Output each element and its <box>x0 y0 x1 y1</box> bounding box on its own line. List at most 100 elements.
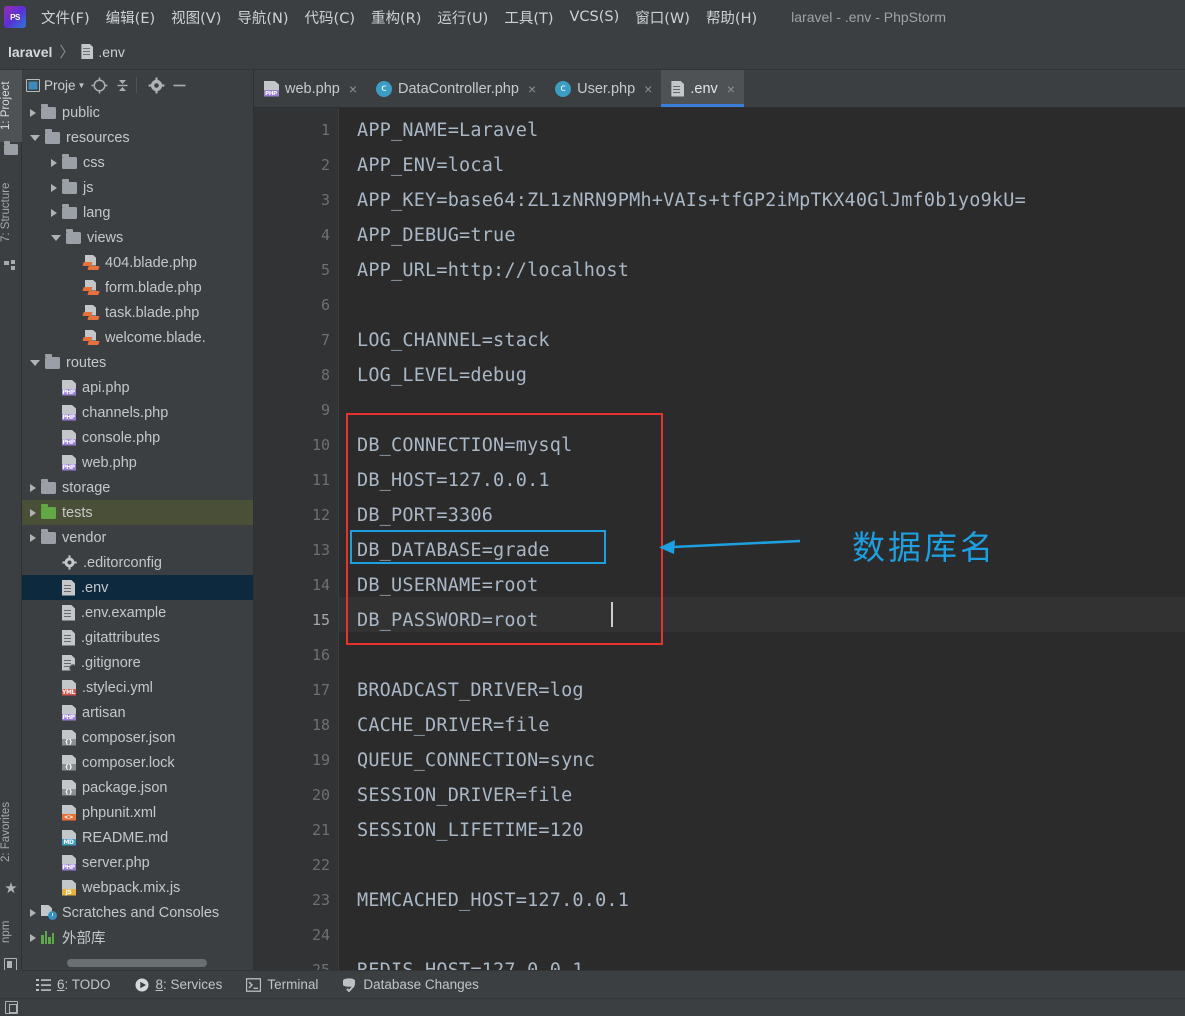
chevron-right-icon[interactable] <box>30 908 36 917</box>
locate-target-icon[interactable] <box>91 77 108 94</box>
scrollbar-thumb[interactable] <box>67 959 207 967</box>
tree-item-api-php[interactable]: PHP api.php <box>22 375 253 400</box>
menu-code[interactable]: 代码(C) <box>297 4 363 31</box>
tree-item-storage[interactable]: storage <box>22 475 253 500</box>
tree-item-server-php[interactable]: PHP server.php <box>22 850 253 875</box>
code-line[interactable]: DB_CONNECTION=mysql <box>357 428 572 463</box>
tree-item-public[interactable]: public <box>22 100 253 125</box>
code-line[interactable]: BROADCAST_DRIVER=log <box>357 673 584 708</box>
tree-item-console-php[interactable]: PHP console.php <box>22 425 253 450</box>
chevron-down-icon[interactable]: ▼ <box>78 81 86 90</box>
tree-item-web-php[interactable]: PHP web.php <box>22 450 253 475</box>
menu-run[interactable]: 运行(U) <box>429 4 496 31</box>
tree-horizontal-scrollbar[interactable] <box>22 956 253 970</box>
editor-code-area[interactable]: APP_NAME=Laravel APP_ENV=local APP_KEY=bas… <box>339 108 1185 970</box>
bottom-item-todo[interactable]: 6: TODO <box>36 977 111 992</box>
event-log-icon[interactable] <box>5 1001 18 1014</box>
code-line[interactable]: SESSION_DRIVER=file <box>357 778 572 813</box>
code-line[interactable]: DB_PASSWORD=root <box>357 603 538 638</box>
tree-item-phpunit-xml[interactable]: <> phpunit.xml <box>22 800 253 825</box>
close-icon[interactable]: × <box>349 81 357 97</box>
code-line[interactable]: QUEUE_CONNECTION=sync <box>357 743 595 778</box>
bottom-item-terminal[interactable]: Terminal <box>246 977 318 992</box>
code-line[interactable]: DB_USERNAME=root <box>357 568 538 603</box>
chevron-right-icon[interactable] <box>30 533 36 542</box>
tab-web-php[interactable]: PHP web.php × <box>254 70 366 107</box>
menu-tools[interactable]: 工具(T) <box>496 4 561 31</box>
tree-item-webpack-mix-js[interactable]: JS webpack.mix.js <box>22 875 253 900</box>
settings-gear-icon[interactable] <box>148 77 165 94</box>
code-line[interactable]: APP_KEY=base64:ZL1zNRN9PMh+VAIs+tfGP2iMp… <box>357 183 1026 218</box>
code-editor[interactable]: 1 2 3 4 5 6 7 8 9 10 11 12 13 14 15 16 17 18 19 20 21 22 23 24 2… <box>254 108 1185 970</box>
chevron-right-icon[interactable] <box>51 183 57 192</box>
chevron-down-icon[interactable] <box>51 234 61 241</box>
tree-item-vendor[interactable]: vendor <box>22 525 253 550</box>
code-line[interactable]: APP_URL=http://localhost <box>357 253 629 288</box>
bottom-item-database-changes[interactable]: Database Changes <box>342 977 479 992</box>
tree-item-editorconfig[interactable]: .editorconfig <box>22 550 253 575</box>
tree-item-404-blade-php[interactable]: 404.blade.php <box>22 250 253 275</box>
code-line[interactable]: APP_NAME=Laravel <box>357 113 538 148</box>
tree-item-gitignore[interactable]: .gitignore <box>22 650 253 675</box>
tree-item-lang[interactable]: lang <box>22 200 253 225</box>
tree-item-scratches-and-consoles[interactable]: Scratches and Consoles <box>22 900 253 925</box>
breadcrumb-project[interactable]: laravel <box>8 44 52 60</box>
sidebar-item-npm[interactable]: npm <box>0 910 22 954</box>
menu-navigate[interactable]: 导航(N) <box>229 4 296 31</box>
tree-item-env[interactable]: .env <box>22 575 253 600</box>
tab-datacontroller-php[interactable]: c DataController.php × <box>366 70 545 107</box>
tab-env[interactable]: .env × <box>661 70 744 107</box>
tree-item-composer-json[interactable]: {} composer.json <box>22 725 253 750</box>
code-line[interactable]: LOG_LEVEL=debug <box>357 358 527 393</box>
tree-item-composer-lock[interactable]: {} composer.lock <box>22 750 253 775</box>
tree-item-views[interactable]: views <box>22 225 253 250</box>
code-line[interactable]: DB_DATABASE=grade <box>357 533 550 568</box>
chevron-right-icon[interactable] <box>30 483 36 492</box>
code-line[interactable]: APP_ENV=local <box>357 148 504 183</box>
tree-item-env-example[interactable]: .env.example <box>22 600 253 625</box>
code-line[interactable]: REDIS_HOST=127.0.0.1 <box>357 953 584 970</box>
tree-item-artisan[interactable]: PHP artisan <box>22 700 253 725</box>
hide-panel-icon[interactable] <box>171 77 188 94</box>
sidebar-item-structure[interactable]: 7: Structure <box>0 168 22 256</box>
close-icon[interactable]: × <box>644 81 652 97</box>
project-file-tree[interactable]: public resources css js lang views 404.blade.p… <box>22 100 253 956</box>
close-icon[interactable]: × <box>528 81 536 97</box>
code-line[interactable]: DB_PORT=3306 <box>357 498 493 533</box>
chevron-down-icon[interactable] <box>30 134 40 141</box>
tree-item-welcome-blade[interactable]: welcome.blade. <box>22 325 253 350</box>
menu-help[interactable]: 帮助(H) <box>698 4 765 31</box>
tree-item-css[interactable]: css <box>22 150 253 175</box>
breadcrumb-file[interactable]: .env <box>98 44 124 60</box>
tree-item-package-json[interactable]: {} package.json <box>22 775 253 800</box>
tree-item-task-blade-php[interactable]: task.blade.php <box>22 300 253 325</box>
menu-vcs[interactable]: VCS(S) <box>562 6 628 28</box>
menu-window[interactable]: 窗口(W) <box>627 4 698 31</box>
collapse-all-icon[interactable] <box>114 77 131 94</box>
tree-item-styleci-yml[interactable]: YML .styleci.yml <box>22 675 253 700</box>
code-line[interactable]: APP_DEBUG=true <box>357 218 516 253</box>
sidebar-item-project[interactable]: 1: Project <box>0 70 22 142</box>
code-line[interactable]: LOG_CHANNEL=stack <box>357 323 550 358</box>
bottom-item-services[interactable]: 8: Services <box>135 977 222 992</box>
sidebar-item-favorites[interactable]: 2: Favorites <box>0 786 22 878</box>
close-icon[interactable]: × <box>727 81 735 97</box>
tab-user-php[interactable]: c User.php × <box>545 70 661 107</box>
chevron-right-icon[interactable] <box>51 158 57 167</box>
code-line[interactable]: MEMCACHED_HOST=127.0.0.1 <box>357 883 629 918</box>
chevron-right-icon[interactable] <box>30 933 36 942</box>
menu-file[interactable]: 文件(F) <box>33 4 98 31</box>
code-line[interactable]: SESSION_LIFETIME=120 <box>357 813 584 848</box>
tree-item-routes[interactable]: routes <box>22 350 253 375</box>
tree-item-js[interactable]: js <box>22 175 253 200</box>
chevron-right-icon[interactable] <box>30 508 36 517</box>
code-line[interactable]: DB_HOST=127.0.0.1 <box>357 463 550 498</box>
tree-item-readme-md[interactable]: MD README.md <box>22 825 253 850</box>
editor-gutter[interactable]: 1 2 3 4 5 6 7 8 9 10 11 12 13 14 15 16 17 18 19 20 21 22 23 24 2… <box>254 108 339 970</box>
chevron-down-icon[interactable] <box>30 359 40 366</box>
tree-item-tests[interactable]: tests <box>22 500 253 525</box>
chevron-right-icon[interactable] <box>30 108 36 117</box>
menu-view[interactable]: 视图(V) <box>163 4 229 31</box>
menu-edit[interactable]: 编辑(E) <box>98 4 163 31</box>
tree-item-form-blade-php[interactable]: form.blade.php <box>22 275 253 300</box>
